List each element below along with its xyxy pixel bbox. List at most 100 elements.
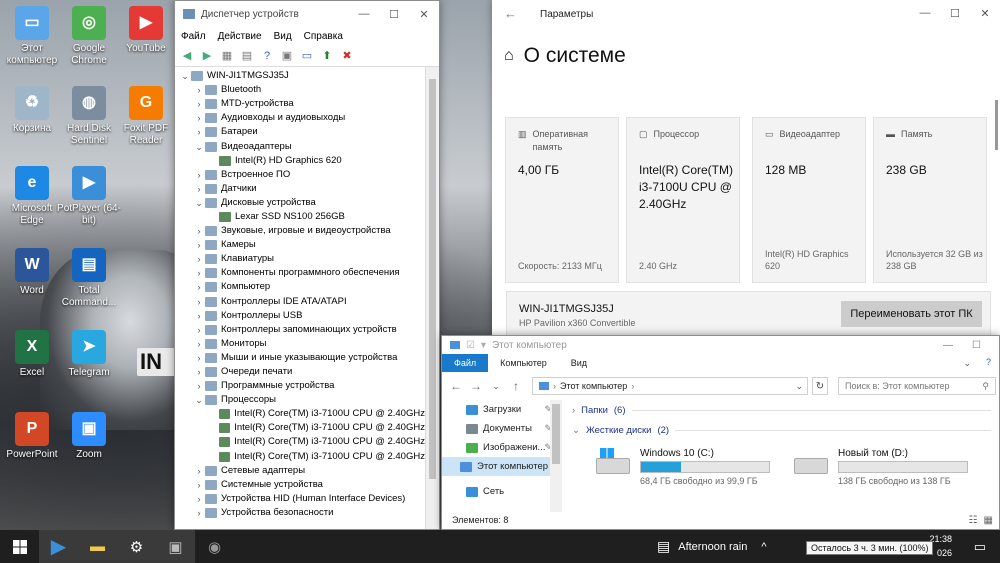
back-arrow-icon[interactable]: ◀ xyxy=(179,48,195,64)
menu-view[interactable]: Вид xyxy=(274,31,292,42)
chevron-right-icon[interactable]: › xyxy=(193,337,205,351)
tree-item[interactable]: › Встроенное ПО xyxy=(175,168,425,182)
desktop-icon[interactable]: ▣ Zoom xyxy=(57,412,121,461)
chevron-right-icon[interactable]: › xyxy=(193,323,205,337)
checkbox-icon[interactable]: ☑ xyxy=(466,340,475,351)
desktop-icon[interactable]: ▶ YouTube xyxy=(114,6,178,55)
properties-icon[interactable]: ▦ xyxy=(219,48,235,64)
chevron-down-icon[interactable]: ⌄ xyxy=(193,196,205,210)
update-driver-icon[interactable]: ▣ xyxy=(279,48,295,64)
menu-file[interactable]: Файл xyxy=(181,31,206,42)
search-input[interactable]: Поиск в: Этот компьютер ⚲ xyxy=(838,377,996,395)
chevron-right-icon[interactable]: › xyxy=(193,97,205,111)
chevron-right-icon[interactable]: › xyxy=(193,280,205,294)
nav-item[interactable]: Изображени... ✎ xyxy=(442,438,562,457)
chevron-down-icon[interactable]: ⌄ xyxy=(795,381,803,392)
details-view-icon[interactable]: ☷ xyxy=(969,515,978,526)
close-button[interactable]: ✕ xyxy=(409,1,439,27)
recent-dropdown-icon[interactable]: ⌄ xyxy=(488,381,504,392)
menu-action[interactable]: Действие xyxy=(218,31,262,42)
nav-scrollbar[interactable] xyxy=(550,400,562,512)
nav-item[interactable]: Сеть xyxy=(442,482,562,501)
details-icon[interactable]: ▤ xyxy=(239,48,255,64)
back-arrow-icon[interactable]: ← xyxy=(504,6,517,21)
tree-item[interactable]: › Очереди печати xyxy=(175,365,425,379)
settings-scrollbar[interactable] xyxy=(995,100,998,150)
desktop-icon[interactable]: X Excel xyxy=(0,330,64,379)
scan-hardware-icon[interactable]: ▭ xyxy=(299,48,315,64)
chevron-right-icon[interactable]: › xyxy=(193,83,205,97)
chevron-right-icon[interactable]: › xyxy=(193,295,205,309)
chevron-right-icon[interactable]: › xyxy=(193,365,205,379)
tree-item[interactable]: › Мыши и иные указывающие устройства xyxy=(175,351,425,365)
tree-item[interactable]: Intel(R) Core(TM) i3-7100U CPU @ 2.40GHz xyxy=(175,435,425,449)
minimize-button[interactable]: — xyxy=(349,1,379,27)
device-manager-taskbar-icon[interactable]: ▣ xyxy=(156,530,195,563)
help-icon[interactable]: ? xyxy=(259,48,275,64)
desktop-icon[interactable]: P PowerPoint xyxy=(0,412,64,461)
forward-arrow-icon[interactable]: ▶ xyxy=(199,48,215,64)
scrollbar-thumb[interactable] xyxy=(552,404,560,464)
desktop-icon[interactable]: ▤ Total Command... xyxy=(57,248,121,309)
tree-item[interactable]: › Системные устройства xyxy=(175,478,425,492)
nav-item[interactable]: Документы ✎ xyxy=(442,419,562,438)
minimize-button[interactable]: — xyxy=(910,0,940,26)
chevron-right-icon[interactable]: › xyxy=(193,182,205,196)
tree-item[interactable]: › Аудиовходы и аудиовыходы xyxy=(175,111,425,125)
desktop-icon[interactable]: ◍ Hard Disk Sentinel xyxy=(57,86,121,147)
dropdown-arrow-icon[interactable]: ▾ xyxy=(481,340,486,351)
chevron-right-icon[interactable]: › xyxy=(193,111,205,125)
settings-taskbar-icon[interactable]: ⚙ xyxy=(117,530,156,563)
tree-item[interactable]: › Контроллеры запоминающих устройств xyxy=(175,323,425,337)
tree-item[interactable]: › Bluetooth xyxy=(175,83,425,97)
drive-d[interactable]: Новый том (D:) 138 ГБ свободно из 138 ГБ xyxy=(794,448,968,486)
drive-c[interactable]: Windows 10 (C:) 68,4 ГБ свободно из 99,9… xyxy=(596,448,770,486)
tree-item[interactable]: › Камеры xyxy=(175,238,425,252)
chevron-right-icon[interactable]: › xyxy=(193,238,205,252)
tree-item[interactable]: Lexar SSD NS100 256GB xyxy=(175,210,425,224)
group-hard-drives[interactable]: ⌄ Жесткие диски (2) xyxy=(566,420,999,440)
device-tree-scrollbar[interactable] xyxy=(425,67,439,529)
maximize-button[interactable]: ☐ xyxy=(379,1,409,27)
tree-item[interactable]: › Устройства безопасности xyxy=(175,506,425,520)
tree-item[interactable]: Intel(R) Core(TM) i3-7100U CPU @ 2.40GHz xyxy=(175,407,425,421)
chevron-right-icon[interactable]: › xyxy=(193,125,205,139)
tab-computer[interactable]: Компьютер xyxy=(488,354,559,372)
chevron-down-icon[interactable]: ⌄ xyxy=(193,140,205,154)
desktop-icon[interactable]: ◎ Google Chrome xyxy=(57,6,121,67)
home-icon[interactable]: ⌂ xyxy=(504,47,514,65)
tree-item[interactable]: › Батареи xyxy=(175,125,425,139)
help-icon[interactable]: ? xyxy=(986,357,991,367)
forward-arrow-icon[interactable]: → xyxy=(468,379,484,393)
tree-item[interactable]: › Звуковые, игровые и видеоустройства xyxy=(175,224,425,238)
tree-item[interactable]: › Компьютер xyxy=(175,280,425,294)
chevron-right-icon[interactable]: › xyxy=(193,351,205,365)
notification-icon[interactable]: ▭ xyxy=(974,530,986,563)
desktop-icon[interactable]: ▭ Этот компьютер xyxy=(0,6,64,67)
tree-item[interactable]: Intel(R) Core(TM) i3-7100U CPU @ 2.40GHz xyxy=(175,421,425,435)
tree-item[interactable]: ⌄ WIN-JI1TMGSJ35J xyxy=(175,69,425,83)
tab-file[interactable]: Файл xyxy=(442,354,489,372)
chevron-down-icon[interactable]: ⌄ xyxy=(963,358,971,369)
nav-item[interactable]: Этот компьютер xyxy=(442,457,562,476)
desktop-icon[interactable]: ♻ Корзина xyxy=(0,86,64,135)
chevron-right-icon[interactable]: › xyxy=(193,309,205,323)
chevron-right-icon[interactable]: › xyxy=(193,168,205,182)
uninstall-icon[interactable]: ✖ xyxy=(339,48,355,64)
tiles-view-icon[interactable]: ▦ xyxy=(984,515,993,526)
tree-item[interactable]: ⌄ Дисковые устройства xyxy=(175,196,425,210)
group-folders[interactable]: › Папки (6) xyxy=(566,400,999,420)
desktop-icon[interactable]: W Word xyxy=(0,248,64,297)
tree-item[interactable]: › Программные устройства xyxy=(175,379,425,393)
chevron-right-icon[interactable]: › xyxy=(193,492,205,506)
scrollbar-thumb[interactable] xyxy=(429,79,436,479)
back-arrow-icon[interactable]: ← xyxy=(448,379,464,393)
chevron-right-icon[interactable]: › xyxy=(193,506,205,520)
chevron-down-icon[interactable]: ⌄ xyxy=(179,69,191,83)
tree-item[interactable]: › Клавиатуры xyxy=(175,252,425,266)
explorer-titlebar[interactable]: ☑ ▾ Этот компьютер — ☐ xyxy=(442,336,999,354)
nav-item[interactable]: Загрузки ✎ xyxy=(442,400,562,419)
tree-item[interactable]: › MTD-устройства xyxy=(175,97,425,111)
tab-view[interactable]: Вид xyxy=(559,354,599,372)
address-bar[interactable]: › Этот компьютер › ⌄ xyxy=(532,377,808,395)
